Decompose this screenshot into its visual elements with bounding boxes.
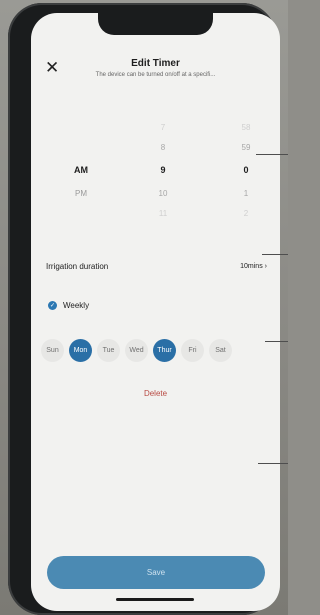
minute-option[interactable]: 2: [231, 209, 261, 218]
day-wed-toggle[interactable]: Wed: [125, 339, 148, 362]
hour-option[interactable]: 7: [148, 123, 178, 132]
day-selector: Sun Mon Tue Wed Thur Fri Sat: [41, 339, 232, 362]
minute-option[interactable]: 1: [231, 189, 261, 198]
annotation-line: [256, 154, 288, 155]
app-screen: ✕ Edit Timer The device can be turned on…: [31, 13, 280, 611]
weekly-label: Weekly: [63, 301, 90, 310]
hour-option[interactable]: 10: [148, 189, 178, 198]
irrigation-duration-value[interactable]: 10mins ›: [240, 263, 267, 270]
ampm-selected[interactable]: AM: [61, 165, 101, 175]
day-thur-toggle[interactable]: Thur: [153, 339, 176, 362]
weekly-checkbox[interactable]: ✓ Weekly: [48, 301, 89, 310]
day-tue-toggle[interactable]: Tue: [97, 339, 120, 362]
chevron-right-icon: ›: [264, 263, 267, 270]
day-sun-toggle[interactable]: Sun: [41, 339, 64, 362]
hour-option[interactable]: 8: [148, 143, 178, 152]
phone-notch: [98, 13, 213, 35]
annotation-line: [262, 254, 288, 255]
check-icon: ✓: [48, 301, 57, 310]
annotation-line: [265, 341, 288, 342]
irrigation-duration-text: 10mins: [240, 263, 263, 270]
hour-option[interactable]: 11: [148, 209, 178, 218]
page-subtitle: The device can be turned on/off at a spe…: [95, 72, 216, 78]
irrigation-duration-label[interactable]: Irrigation duration: [46, 262, 108, 271]
day-mon-toggle[interactable]: Mon: [69, 339, 92, 362]
day-fri-toggle[interactable]: Fri: [181, 339, 204, 362]
minute-selected[interactable]: 0: [231, 165, 261, 175]
hour-selected[interactable]: 9: [148, 165, 178, 175]
save-button[interactable]: Save: [47, 556, 265, 589]
phone-frame: ✕ Edit Timer The device can be turned on…: [8, 3, 280, 615]
home-indicator: [116, 598, 194, 601]
annotation-line: [258, 463, 288, 464]
day-sat-toggle[interactable]: Sat: [209, 339, 232, 362]
delete-button[interactable]: Delete: [31, 389, 280, 398]
ampm-option[interactable]: PM: [61, 189, 101, 198]
page-title: Edit Timer: [131, 58, 180, 69]
minute-option[interactable]: 59: [231, 143, 261, 152]
minute-option[interactable]: 58: [231, 123, 261, 132]
